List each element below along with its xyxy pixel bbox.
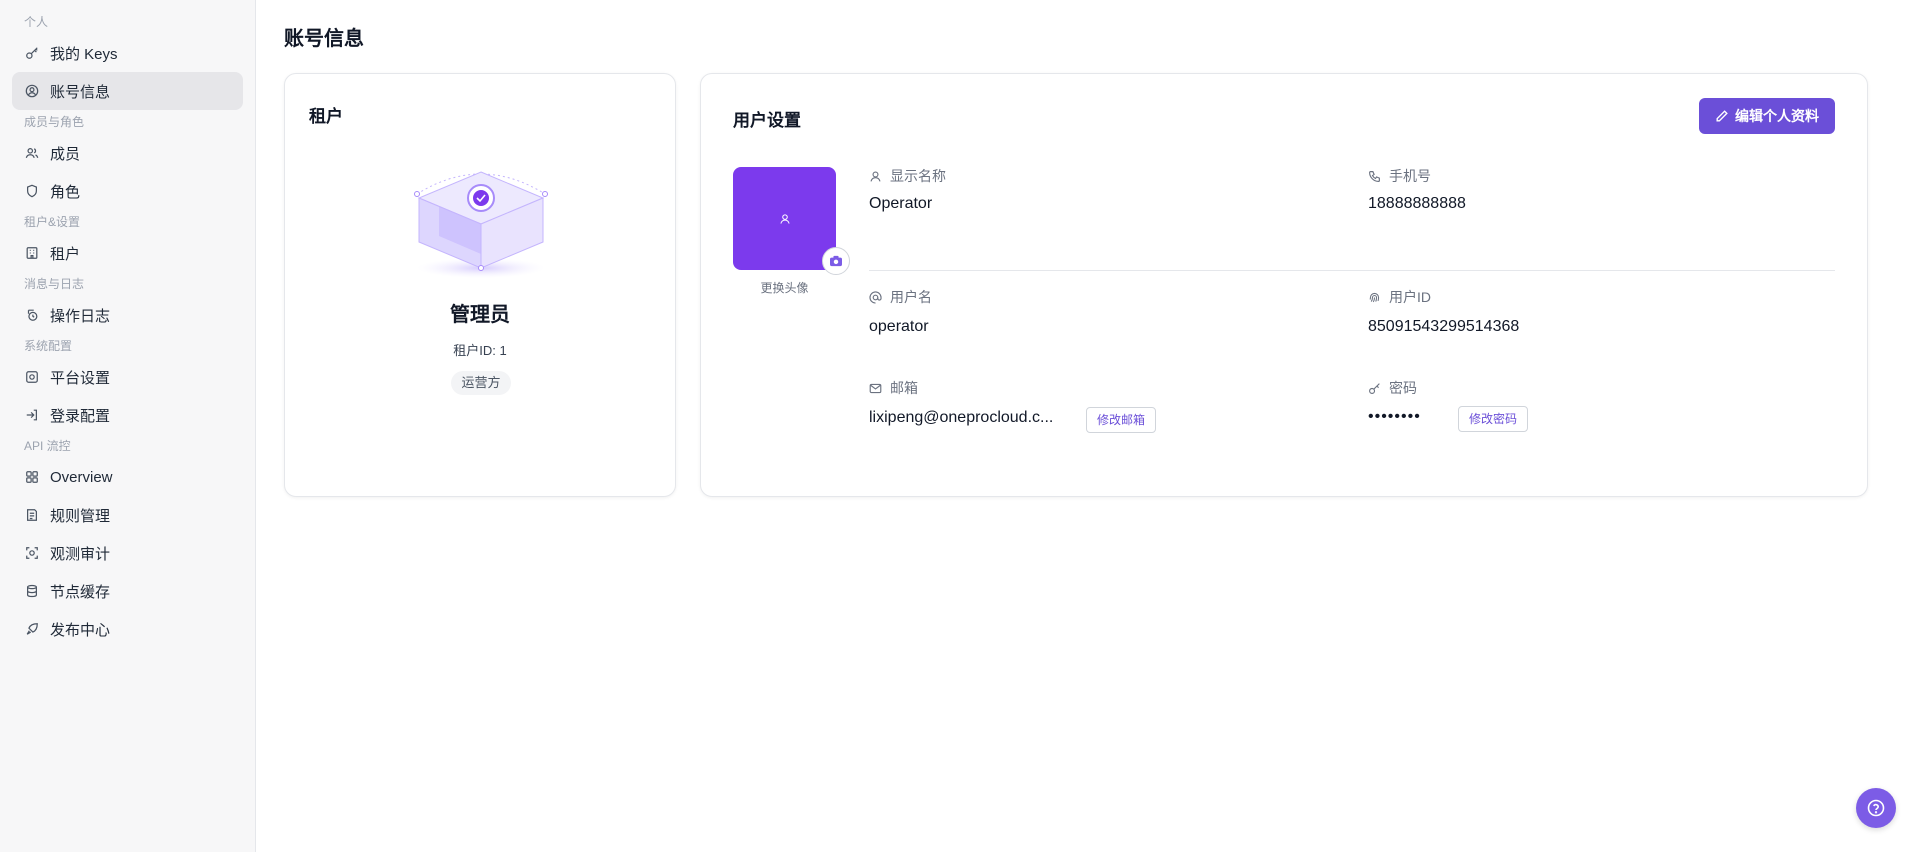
log-icon (24, 307, 40, 323)
phone-label: 手机号 (1368, 166, 1431, 186)
shield-icon (24, 183, 40, 199)
email-value: lixipeng@oneprocloud.c... (869, 409, 1054, 426)
user-icon (870, 170, 881, 182)
change-email-button[interactable]: 修改邮箱 (1086, 407, 1157, 433)
rules-icon (24, 507, 40, 523)
page-title: 账号信息 (284, 28, 364, 50)
rocket-icon (24, 621, 40, 637)
users-icon (24, 145, 40, 161)
avatar[interactable] (733, 167, 836, 270)
email-label: 邮箱 (869, 378, 918, 398)
change-avatar-button[interactable] (822, 247, 850, 275)
role-name: 管理员 (450, 304, 510, 326)
settings-icon (24, 369, 40, 385)
sidebar-item-tenant[interactable]: 租户 (12, 234, 243, 272)
sidebar: 个人 我的 Keys 账号信息 成员与角色 成员 角色 租户&设置 租户 消息与… (0, 0, 256, 852)
email-label-text: 邮箱 (890, 380, 918, 396)
sidebar-item-my-keys[interactable]: 我的 Keys (12, 34, 243, 72)
sidebar-item-operation-log[interactable]: 操作日志 (12, 296, 243, 334)
key-icon (24, 45, 40, 61)
building-icon (24, 245, 40, 261)
login-icon (24, 407, 40, 423)
sidebar-group-tenant: 租户&设置 (24, 215, 81, 229)
password-value: •••••••• (1368, 408, 1421, 425)
database-icon (24, 583, 40, 599)
sidebar-item-roles[interactable]: 角色 (12, 172, 243, 210)
user-id-label-text: 用户ID (1389, 289, 1431, 305)
sidebar-item-label: 账号信息 (50, 83, 111, 101)
sidebar-item-login-config[interactable]: 登录配置 (12, 396, 243, 434)
sidebar-item-rules[interactable]: 规则管理 (12, 496, 243, 534)
username-label: 用户名 (869, 287, 932, 307)
sidebar-item-platform-settings[interactable]: 平台设置 (12, 358, 243, 396)
sidebar-item-members[interactable]: 成员 (12, 134, 243, 172)
sidebar-item-label: 节点缓存 (50, 583, 111, 601)
fingerprint-icon (1369, 292, 1380, 302)
sidebar-item-label: 观测审计 (50, 545, 111, 563)
edit-profile-button[interactable]: 编辑个人资料 (1699, 98, 1835, 134)
edit-profile-label: 编辑个人资料 (1735, 108, 1819, 124)
user-settings-card: 用户设置 编辑个人资料 更换头像 显示名称 Operator 手机号 18888… (700, 73, 1868, 497)
tenant-id: 租户ID: 1 (453, 343, 507, 358)
user-id-value: 85091543299514368 (1368, 318, 1520, 335)
avatar-caption: 更换头像 (760, 281, 809, 295)
display-name-label-text: 显示名称 (890, 168, 946, 184)
display-name-value: Operator (869, 195, 933, 212)
user-icon (779, 213, 790, 224)
tenant-card-title: 租户 (309, 107, 343, 126)
sidebar-group-personal: 个人 (24, 15, 49, 29)
phone-icon (1369, 170, 1380, 182)
password-label: 密码 (1368, 378, 1417, 398)
tenant-type-badge: 运营方 (451, 371, 511, 395)
sidebar-group-members: 成员与角色 (24, 115, 85, 129)
sidebar-item-label: 我的 Keys (50, 45, 118, 63)
scan-icon (24, 545, 40, 561)
phone-label-text: 手机号 (1389, 168, 1431, 184)
tenant-illustration (414, 171, 548, 278)
mail-icon (869, 383, 882, 393)
at-icon (869, 290, 882, 304)
sidebar-item-label: Overview (50, 468, 113, 486)
sidebar-item-release-center[interactable]: 发布中心 (12, 610, 243, 648)
help-icon (1867, 799, 1885, 817)
password-label-text: 密码 (1389, 380, 1417, 396)
username-label-text: 用户名 (890, 289, 932, 305)
sidebar-item-label: 平台设置 (50, 369, 111, 387)
key-icon (1369, 382, 1380, 394)
help-button[interactable] (1856, 788, 1896, 828)
sidebar-item-label: 角色 (50, 183, 81, 201)
sidebar-item-label: 发布中心 (50, 621, 111, 639)
username-value: operator (869, 318, 929, 335)
tenant-card: 租户 管理员 租户ID: 1 运营方 (284, 73, 676, 497)
sidebar-group-system: 系统配置 (24, 339, 73, 353)
sidebar-item-label: 登录配置 (50, 407, 111, 425)
display-name-label: 显示名称 (869, 166, 946, 186)
divider (869, 270, 1835, 271)
user-settings-title: 用户设置 (733, 111, 801, 130)
sidebar-group-logs: 消息与日志 (24, 277, 85, 291)
user-circle-icon (24, 83, 40, 99)
sidebar-item-label: 操作日志 (50, 307, 111, 325)
sidebar-item-overview[interactable]: Overview (12, 458, 243, 496)
sidebar-group-api: API 流控 (24, 439, 71, 453)
sidebar-item-label: 成员 (50, 145, 81, 163)
user-id-label: 用户ID (1368, 287, 1431, 307)
sidebar-item-node-cache[interactable]: 节点缓存 (12, 572, 243, 610)
sidebar-item-audit[interactable]: 观测审计 (12, 534, 243, 572)
change-password-button[interactable]: 修改密码 (1458, 406, 1529, 432)
pencil-icon (1716, 110, 1728, 122)
sidebar-item-label: 规则管理 (50, 507, 111, 525)
sidebar-item-account-info[interactable]: 账号信息 (12, 72, 243, 110)
grid-icon (24, 469, 40, 485)
phone-value: 18888888888 (1368, 195, 1466, 212)
sidebar-item-label: 租户 (50, 245, 81, 263)
camera-icon (830, 255, 842, 267)
